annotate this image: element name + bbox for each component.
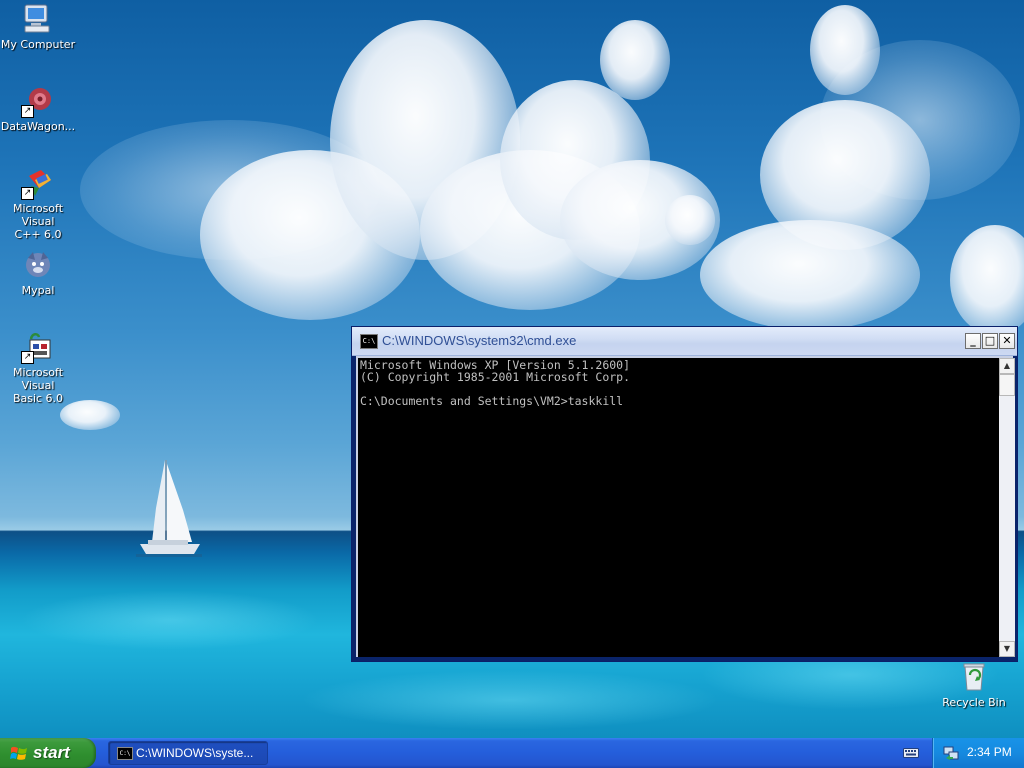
- desktop-icon-visual-cpp[interactable]: ↗ Microsoft Visual C++ 6.0: [0, 166, 78, 241]
- cloud: [950, 225, 1024, 335]
- mypal-icon: [21, 248, 55, 282]
- visual-cpp-icon: ↗: [21, 166, 55, 200]
- shortcut-arrow-icon: ↗: [21, 351, 34, 364]
- cmd-icon: C:\: [117, 747, 133, 760]
- windows-logo-icon: [10, 746, 27, 760]
- taskbar: start C:\ C:\WINDOWS\syste... 2:34 PM: [0, 738, 1024, 768]
- desktop-icon-label: Mypal: [21, 284, 55, 297]
- desktop-icon-label: Basic 6.0: [12, 392, 64, 405]
- console-line: (C) Copyright 1985-2001 Microsoft Corp.: [360, 370, 631, 384]
- network-icon[interactable]: [943, 746, 959, 760]
- desktop-icon-label: Microsoft Visual: [12, 366, 64, 392]
- visual-basic-icon: ↗: [21, 330, 55, 364]
- taskbar-button-label: C:\WINDOWS\syste...: [136, 746, 254, 760]
- start-button[interactable]: start: [0, 738, 96, 768]
- desktop-icon-datawagon[interactable]: ↗ DataWagon...: [0, 84, 78, 133]
- desktop-icon-label: C++ 6.0: [14, 228, 62, 241]
- cmd-frame: Microsoft Windows XP [Version 5.1.2600] …: [356, 356, 1015, 657]
- desktop-icon-label: Microsoft Visual: [12, 202, 64, 228]
- taskbar-button-cmd[interactable]: C:\ C:\WINDOWS\syste...: [108, 741, 268, 765]
- sailboat-image: [136, 460, 202, 557]
- clock[interactable]: 2:34 PM: [967, 745, 1012, 759]
- scroll-down-arrow-icon[interactable]: ▼: [999, 641, 1015, 657]
- desktop[interactable]: My Computer ↗ DataWagon... ↗ Microsoft V…: [0, 0, 1024, 738]
- cloud: [700, 220, 920, 330]
- desktop-icon-label: My Computer: [0, 38, 76, 51]
- cmd-icon[interactable]: C:\: [360, 334, 378, 349]
- window-title: C:\WINDOWS\system32\cmd.exe: [382, 333, 577, 348]
- scroll-up-arrow-icon[interactable]: ▲: [999, 358, 1015, 374]
- minimize-button[interactable]: _: [965, 333, 981, 349]
- sea-glint: [20, 590, 320, 650]
- shortcut-arrow-icon: ↗: [21, 105, 34, 118]
- desktop-icon-visual-basic[interactable]: ↗ Microsoft Visual Basic 6.0: [0, 330, 78, 405]
- recycle-bin-icon: [957, 660, 991, 694]
- vertical-scrollbar[interactable]: ▲ ▼: [999, 358, 1015, 657]
- cmd-titlebar[interactable]: C:\ C:\WINDOWS\system32\cmd.exe _ □ ✕: [352, 327, 1017, 356]
- console-output[interactable]: Microsoft Windows XP [Version 5.1.2600] …: [358, 358, 999, 657]
- cmd-window[interactable]: C:\ C:\WINDOWS\system32\cmd.exe _ □ ✕ Mi…: [351, 326, 1018, 662]
- sea-glint: [300, 670, 720, 730]
- desktop-icon-recycle-bin[interactable]: Recycle Bin: [934, 660, 1014, 709]
- maximize-button[interactable]: □: [982, 333, 998, 349]
- desktop-icon-label: DataWagon...: [0, 120, 76, 133]
- cloud: [665, 195, 715, 245]
- desktop-icon-label: Recycle Bin: [942, 696, 1006, 709]
- cloud: [600, 20, 670, 100]
- desktop-icon-mypal[interactable]: Mypal: [0, 248, 78, 297]
- keyboard-icon[interactable]: [903, 746, 919, 759]
- shortcut-arrow-icon: ↗: [21, 187, 34, 200]
- my-computer-icon: [21, 2, 55, 36]
- console-line: C:\Documents and Settings\VM2>taskkill: [360, 394, 624, 408]
- start-label: start: [33, 743, 70, 762]
- desktop-icon-my-computer[interactable]: My Computer: [0, 2, 78, 51]
- close-button[interactable]: ✕: [999, 333, 1015, 349]
- cloud: [810, 5, 880, 95]
- scrollbar-thumb[interactable]: [999, 374, 1015, 396]
- datawagon-icon: ↗: [21, 84, 55, 118]
- system-tray: 2:34 PM: [932, 738, 1024, 768]
